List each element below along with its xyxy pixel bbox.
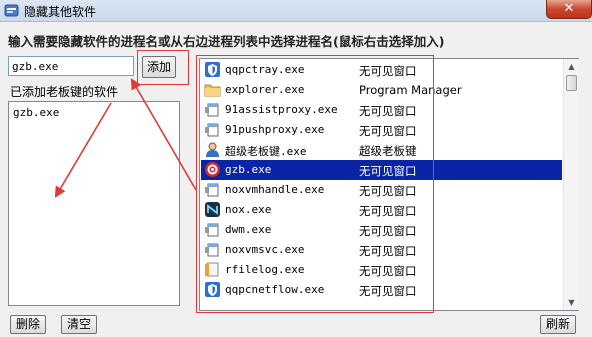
shield-icon xyxy=(205,282,220,297)
added-software-list[interactable]: gzb.exe xyxy=(8,101,180,306)
user-icon xyxy=(206,142,219,157)
process-row[interactable]: 超级老板键.exe 超级老板键 xyxy=(201,140,562,160)
process-list[interactable]: qqpctray.exe 无可见窗口 explorer.exe Program Man… xyxy=(199,58,579,311)
scroll-down-icon[interactable]: ▼ xyxy=(564,295,579,310)
nox-icon xyxy=(205,202,220,217)
added-list-label: 已添加老板键的软件 xyxy=(10,85,119,99)
window-icon xyxy=(205,103,219,117)
scroll-up-icon[interactable]: ▲ xyxy=(564,59,579,74)
process-row[interactable]: noxvmsvc.exe 无可见窗口 xyxy=(201,240,562,260)
scroll-thumb[interactable] xyxy=(566,75,577,91)
process-window-title: 无可见窗口 xyxy=(359,184,417,198)
window-icon xyxy=(205,243,219,257)
process-window-title: 无可见窗口 xyxy=(359,104,417,118)
shield-icon xyxy=(205,62,220,77)
process-window-title: 无可见窗口 xyxy=(359,64,417,78)
process-name: 91pushproxy.exe xyxy=(225,123,325,136)
process-name: explorer.exe xyxy=(225,83,305,96)
instruction-text: 输入需要隐藏软件的进程名或从右边进程列表中选择进程名(鼠标右击选择加入) xyxy=(8,34,445,49)
window-title: 隐藏其他软件 xyxy=(24,5,97,19)
window-icon xyxy=(205,183,219,197)
window-icon xyxy=(205,223,219,237)
process-window-title: 无可见窗口 xyxy=(359,284,417,298)
file-icon xyxy=(205,262,219,277)
process-row[interactable]: qqpctray.exe 无可见窗口 xyxy=(201,60,562,80)
process-window-title: 无可见窗口 xyxy=(359,264,417,278)
process-name: dwm.exe xyxy=(225,223,272,236)
close-icon: ✕ xyxy=(563,1,575,16)
process-window-title: 无可见窗口 xyxy=(359,204,417,218)
process-name: qqpctray.exe xyxy=(225,63,305,76)
process-row[interactable]: 91pushproxy.exe 无可见窗口 xyxy=(201,120,562,140)
process-name: qqpcnetflow.exe xyxy=(225,283,325,296)
process-name: rfilelog.exe xyxy=(225,263,305,276)
process-name: noxvmhandle.exe xyxy=(225,183,325,196)
process-name: 91assistproxy.exe xyxy=(225,103,338,116)
delete-button[interactable]: 删除 xyxy=(10,315,46,334)
process-window-title: 无可见窗口 xyxy=(359,244,417,258)
process-row[interactable]: gzb.exe 无可见窗口 xyxy=(201,160,562,180)
process-name-input[interactable] xyxy=(8,56,134,76)
close-button[interactable]: ✕ xyxy=(546,0,592,19)
folder-icon xyxy=(204,84,221,97)
process-window-title: 无可见窗口 xyxy=(359,224,417,238)
process-row[interactable]: rfilelog.exe 无可见窗口 xyxy=(201,260,562,280)
process-window-title: 无可见窗口 xyxy=(359,124,417,138)
process-window-title: 超级老板键 xyxy=(359,144,417,158)
clear-button[interactable]: 清空 xyxy=(61,315,97,334)
process-name: nox.exe xyxy=(225,203,272,216)
scrollbar[interactable]: ▲ ▼ xyxy=(563,59,579,310)
process-row[interactable]: nox.exe 无可见窗口 xyxy=(201,200,562,220)
process-row[interactable]: qqpcnetflow.exe 无可见窗口 xyxy=(201,280,562,300)
add-button[interactable]: 添加 xyxy=(142,56,176,78)
process-row[interactable]: 91assistproxy.exe 无可见窗口 xyxy=(201,100,562,120)
process-row[interactable]: dwm.exe 无可见窗口 xyxy=(201,220,562,240)
list-item[interactable]: gzb.exe xyxy=(13,106,59,119)
app-icon xyxy=(4,4,19,17)
process-name: gzb.exe xyxy=(225,163,272,176)
refresh-button[interactable]: 刷新 xyxy=(540,315,576,334)
process-row[interactable]: noxvmhandle.exe 无可见窗口 xyxy=(201,180,562,200)
process-name: noxvmsvc.exe xyxy=(225,243,305,256)
title-bar: 隐藏其他软件 ✕ xyxy=(0,0,592,22)
window-icon xyxy=(205,123,219,137)
process-window-title: 无可见窗口 xyxy=(359,164,417,178)
gzb-icon xyxy=(205,162,220,177)
process-window-title: Program Manager xyxy=(359,83,462,97)
process-row[interactable]: explorer.exe Program Manager xyxy=(201,80,562,100)
process-name: 超级老板键.exe xyxy=(225,145,307,158)
